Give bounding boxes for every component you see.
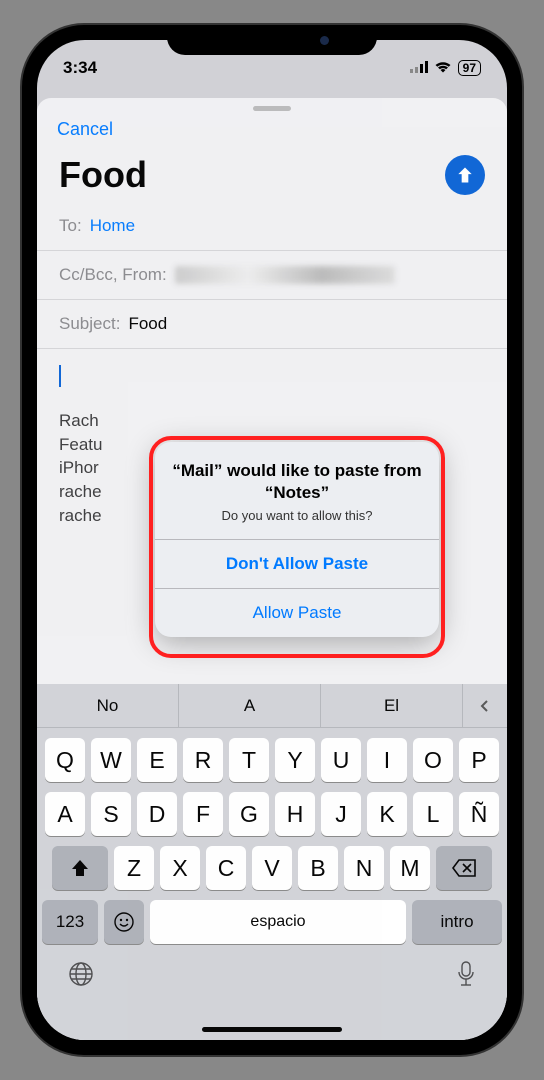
wifi-icon — [434, 58, 452, 78]
suggestion[interactable]: No — [37, 684, 179, 727]
to-value: Home — [90, 216, 135, 236]
shift-icon — [70, 858, 90, 878]
backspace-key[interactable] — [436, 846, 492, 890]
cc-from-field[interactable]: Cc/Bcc, From: — [37, 251, 507, 300]
globe-icon — [67, 960, 95, 988]
key-w[interactable]: W — [91, 738, 131, 782]
key-g[interactable]: G — [229, 792, 269, 836]
body-line: rache — [59, 506, 102, 525]
key-o[interactable]: O — [413, 738, 453, 782]
paste-permission-alert: “Mail” would like to paste from “Notes” … — [155, 442, 439, 637]
body-line: iPhor — [59, 458, 99, 477]
key-t[interactable]: T — [229, 738, 269, 782]
key-p[interactable]: P — [459, 738, 499, 782]
emoji-key[interactable] — [104, 900, 144, 944]
screen: 3:34 97 Cancel Food — [37, 40, 507, 1040]
status-time: 3:34 — [63, 58, 97, 78]
suggestion[interactable]: A — [179, 684, 321, 727]
keyboard: No A El QWERTYUIOP ASDFGHJKLÑ ZXCVBNM 12… — [37, 684, 507, 1040]
subject-label: Subject: — [59, 314, 120, 334]
body-line: rache — [59, 482, 102, 501]
key-a[interactable]: A — [45, 792, 85, 836]
key-i[interactable]: I — [367, 738, 407, 782]
suggestion-bar: No A El — [37, 684, 507, 728]
chevron-left-icon — [478, 699, 492, 713]
key-d[interactable]: D — [137, 792, 177, 836]
from-value-redacted — [175, 266, 395, 284]
alert-title: “Mail” would like to paste from “Notes” — [171, 460, 423, 504]
numbers-key[interactable]: 123 — [42, 900, 98, 944]
to-label: To: — [59, 216, 82, 236]
key-f[interactable]: F — [183, 792, 223, 836]
subject-field[interactable]: Subject: Food — [37, 300, 507, 349]
battery-indicator: 97 — [458, 60, 481, 76]
key-ñ[interactable]: Ñ — [459, 792, 499, 836]
cc-from-label: Cc/Bcc, From: — [59, 265, 167, 285]
arrow-up-icon — [455, 165, 475, 185]
key-x[interactable]: X — [160, 846, 200, 890]
key-v[interactable]: V — [252, 846, 292, 890]
key-r[interactable]: R — [183, 738, 223, 782]
to-field[interactable]: To: Home — [37, 202, 507, 251]
body-line: Rach — [59, 411, 99, 430]
emoji-icon — [113, 911, 135, 933]
key-k[interactable]: K — [367, 792, 407, 836]
text-cursor — [59, 365, 61, 387]
subject-value: Food — [128, 314, 167, 334]
globe-key[interactable] — [67, 960, 95, 993]
key-y[interactable]: Y — [275, 738, 315, 782]
key-j[interactable]: J — [321, 792, 361, 836]
key-z[interactable]: Z — [114, 846, 154, 890]
key-e[interactable]: E — [137, 738, 177, 782]
suggestion[interactable]: El — [321, 684, 463, 727]
collapse-suggestions[interactable] — [463, 684, 507, 727]
body-line: Featu — [59, 435, 102, 454]
cancel-button[interactable]: Cancel — [57, 119, 113, 140]
backspace-icon — [452, 859, 476, 877]
shift-key[interactable] — [52, 846, 108, 890]
key-n[interactable]: N — [344, 846, 384, 890]
allow-paste-button[interactable]: Allow Paste — [155, 588, 439, 637]
phone-frame: 3:34 97 Cancel Food — [22, 25, 522, 1055]
key-q[interactable]: Q — [45, 738, 85, 782]
key-s[interactable]: S — [91, 792, 131, 836]
key-c[interactable]: C — [206, 846, 246, 890]
notch — [167, 25, 377, 55]
key-l[interactable]: L — [413, 792, 453, 836]
key-m[interactable]: M — [390, 846, 430, 890]
key-u[interactable]: U — [321, 738, 361, 782]
microphone-icon — [455, 960, 477, 988]
signal-icon — [410, 58, 428, 78]
alert-message: Do you want to allow this? — [171, 508, 423, 523]
space-key[interactable]: espacio — [150, 900, 406, 944]
key-b[interactable]: B — [298, 846, 338, 890]
key-h[interactable]: H — [275, 792, 315, 836]
return-key[interactable]: intro — [412, 900, 502, 944]
dictation-key[interactable] — [455, 960, 477, 993]
compose-title: Food — [59, 154, 147, 196]
dont-allow-paste-button[interactable]: Don't Allow Paste — [155, 539, 439, 588]
home-indicator[interactable] — [202, 1027, 342, 1032]
send-button[interactable] — [445, 155, 485, 195]
